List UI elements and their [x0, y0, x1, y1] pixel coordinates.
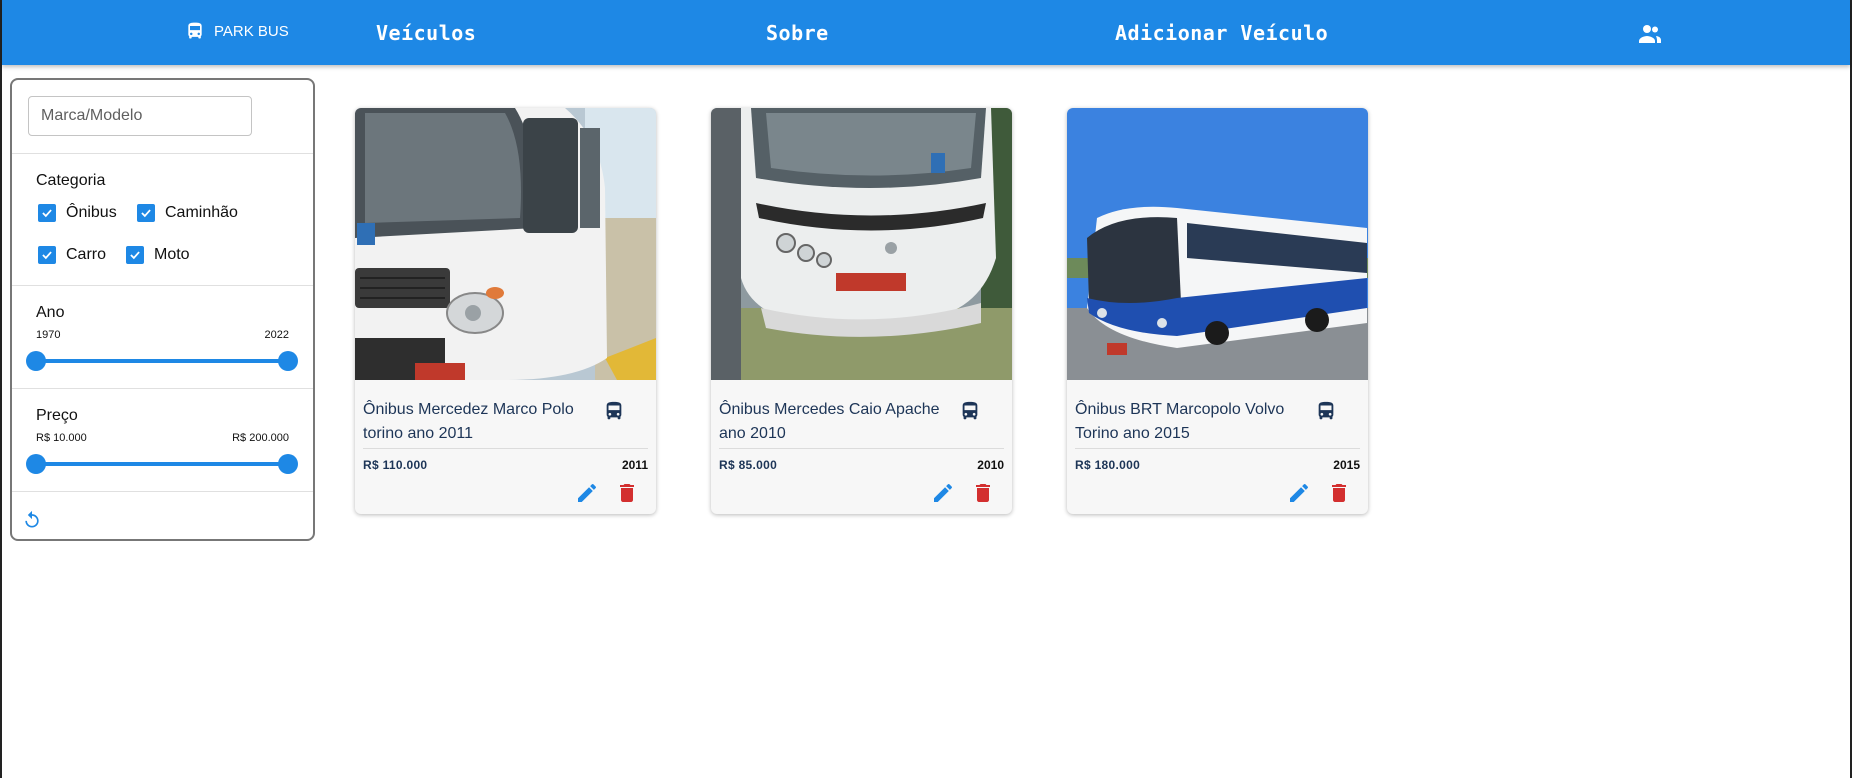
brand-link[interactable]: PARK BUS — [185, 21, 289, 41]
year-min-value: 1970 — [36, 329, 61, 341]
delete-icon[interactable] — [615, 481, 639, 505]
nav-add-vehicle-link[interactable]: Adicionar Veículo — [1115, 21, 1328, 45]
year-label: Ano — [36, 304, 65, 321]
vehicle-title: Ônibus BRT Marcopolo Volvo Torino ano 20… — [1075, 401, 1285, 442]
category-label-onibus: Ônibus — [66, 204, 117, 221]
bus-icon — [188, 22, 202, 39]
delete-icon[interactable] — [971, 481, 995, 505]
year-max-value: 2022 — [264, 329, 289, 341]
category-label-caminhao: Caminhão — [165, 204, 238, 221]
checkbox-checked-icon — [38, 204, 56, 222]
vehicle-photo — [1067, 108, 1368, 380]
year-max-thumb[interactable] — [278, 351, 298, 371]
brand-model-search-input[interactable] — [28, 96, 252, 136]
vehicle-price: R$ 110.000 — [363, 458, 428, 472]
category-label-moto: Moto — [154, 246, 190, 263]
divider — [12, 153, 313, 154]
divider — [12, 491, 313, 492]
vehicle-card[interactable]: Ônibus Mercedes Caio Apache ano 2010 R$ … — [711, 108, 1012, 514]
category-checkbox-caminhao[interactable]: Caminhão — [137, 204, 238, 222]
category-checkbox-onibus[interactable]: Ônibus — [38, 204, 117, 222]
checkbox-checked-icon — [38, 246, 56, 264]
year-range-slider[interactable] — [26, 351, 298, 371]
filter-panel: Categoria Ônibus Caminhão Carro Moto Ano… — [10, 78, 315, 541]
price-max-thumb[interactable] — [278, 454, 298, 474]
vehicle-title: Ônibus Mercedes Caio Apache ano 2010 — [719, 401, 940, 442]
category-label: Categoria — [36, 172, 106, 189]
card-divider — [1075, 448, 1360, 449]
vehicle-photo — [355, 108, 656, 380]
category-checkbox-moto[interactable]: Moto — [126, 246, 190, 264]
vehicle-card[interactable]: Ônibus Mercedez Marco Polo torino ano 20… — [355, 108, 656, 514]
bus-icon — [962, 401, 978, 420]
brand-name: PARK BUS — [214, 22, 289, 40]
checkbox-checked-icon — [137, 204, 155, 222]
card-divider — [363, 448, 648, 449]
checkbox-checked-icon — [126, 246, 144, 264]
bus-icon — [1318, 401, 1334, 420]
bus-icon — [606, 401, 622, 420]
edit-icon[interactable] — [1287, 481, 1311, 505]
slider-track — [36, 359, 288, 363]
slider-track — [36, 462, 288, 466]
edit-icon[interactable] — [931, 481, 955, 505]
nav-vehicles-link[interactable]: Veículos — [376, 21, 476, 45]
top-app-bar: PARK BUS Veículos Sobre Adicionar Veícul… — [2, 0, 1850, 65]
price-range-slider[interactable] — [26, 454, 298, 474]
price-min-value: R$ 10.000 — [36, 432, 87, 444]
nav-about-link[interactable]: Sobre — [766, 21, 829, 45]
vehicle-price: R$ 180.000 — [1075, 458, 1141, 472]
vehicle-card[interactable]: Ônibus BRT Marcopolo Volvo Torino ano 20… — [1067, 108, 1368, 514]
price-label: Preço — [36, 407, 78, 424]
card-divider — [719, 448, 1004, 449]
category-checkbox-carro[interactable]: Carro — [38, 246, 106, 264]
users-icon[interactable] — [1638, 23, 1662, 43]
year-min-thumb[interactable] — [26, 351, 46, 371]
reset-filters-icon[interactable] — [22, 510, 42, 530]
vehicle-year: 2015 — [1333, 458, 1360, 472]
delete-icon[interactable] — [1327, 481, 1351, 505]
divider — [12, 388, 313, 389]
vehicle-title: Ônibus Mercedez Marco Polo torino ano 20… — [363, 401, 574, 442]
edit-icon[interactable] — [575, 481, 599, 505]
vehicle-year: 2011 — [621, 458, 648, 472]
vehicle-price: R$ 85.000 — [719, 458, 778, 472]
vehicle-year: 2010 — [977, 458, 1004, 472]
price-max-value: R$ 200.000 — [232, 432, 289, 444]
divider — [12, 285, 313, 286]
vehicle-photo — [711, 108, 1012, 380]
price-min-thumb[interactable] — [26, 454, 46, 474]
category-label-carro: Carro — [66, 246, 107, 263]
